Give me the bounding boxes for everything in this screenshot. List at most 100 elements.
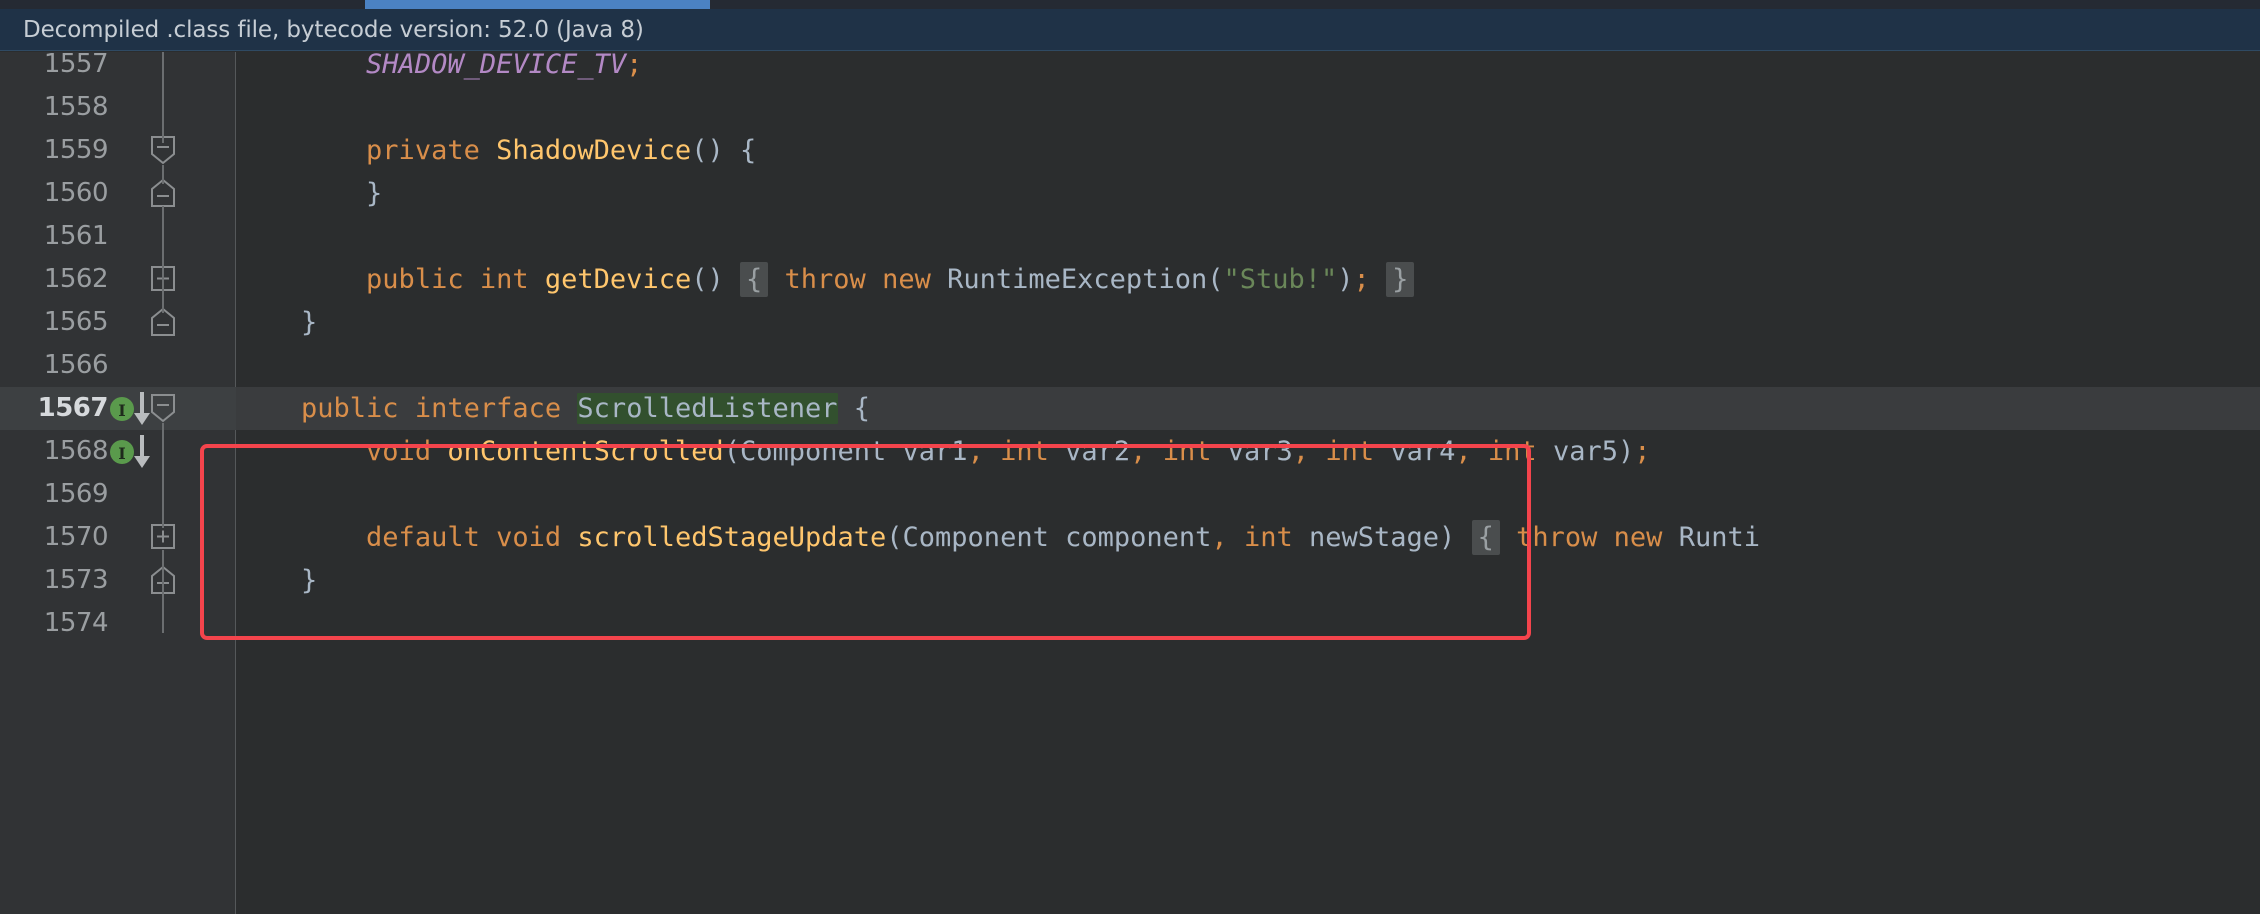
code-line-row[interactable]: 1574 (0, 602, 2260, 645)
code-token: Component (902, 522, 1049, 553)
line-number[interactable]: 1558 (0, 86, 109, 129)
code-token: newStage (1309, 522, 1440, 553)
code-token: ShadowDevice (496, 135, 692, 166)
line-number[interactable]: 1573 (0, 559, 109, 602)
code-token: var1 (902, 436, 968, 467)
code-line-text[interactable]: private ShadowDevice() { (236, 129, 756, 172)
line-number[interactable]: 1565 (0, 301, 109, 344)
code-token: SHADOW_DEVICE_TV (366, 52, 627, 80)
code-line-row[interactable]: 1557 SHADOW_DEVICE_TV; (0, 52, 2260, 86)
fold-rail-segment (162, 294, 164, 313)
code-line-row[interactable]: 1561 (0, 215, 2260, 258)
code-line-row[interactable]: 1573 } (0, 559, 2260, 602)
code-token: ( (691, 135, 708, 166)
line-number[interactable]: 1570 (0, 516, 109, 559)
line-number[interactable]: 1566 (0, 344, 109, 387)
fold-rail-segment (162, 423, 164, 511)
code-line-text[interactable]: } (236, 172, 382, 215)
line-number[interactable]: 1568 (0, 430, 109, 473)
line-number[interactable]: 1557 (0, 52, 109, 86)
line-number[interactable]: 1561 (0, 215, 109, 258)
code-line-row[interactable]: 1568 I void onContentScrolled(Component v… (0, 430, 2260, 473)
code-token: "Stub!" (1223, 264, 1338, 295)
implemented-method-marker-icon[interactable]: I (108, 430, 166, 473)
decompiled-class-editor-window: Decompiled .class file, bytecode version… (0, 0, 2260, 914)
code-token: { (739, 135, 757, 166)
line-number[interactable]: 1562 (0, 258, 109, 301)
code-token: Component (739, 436, 887, 467)
code-line-row[interactable]: 1569 (0, 473, 2260, 516)
fold-collapse-down-icon[interactable] (150, 393, 176, 423)
code-line-text[interactable]: } (236, 559, 317, 602)
code-token: component (1065, 522, 1212, 553)
code-line-row[interactable]: 1570 default void scrolledStageUpdate(Co… (0, 516, 2260, 559)
line-number[interactable]: 1569 (0, 473, 109, 516)
decompiled-notification-banner: Decompiled .class file, bytecode version… (0, 9, 2260, 51)
code-line-row[interactable]: 1562 public int getDevice() { throw new … (0, 258, 2260, 301)
code-token: , (1130, 436, 1147, 467)
code-token: default (366, 522, 480, 553)
code-line-row[interactable]: 1560 } (0, 172, 2260, 215)
code-token: , (1211, 522, 1228, 553)
code-token: ; (626, 52, 643, 80)
code-line-text[interactable]: } (236, 301, 317, 344)
decompiled-banner-text: Decompiled .class file, bytecode version… (23, 16, 644, 43)
code-line-text[interactable]: default void scrolledStageUpdate(Compone… (236, 516, 1760, 559)
code-editor-area[interactable]: 1557 SHADOW_DEVICE_TV; 1558 1559 private S… (0, 52, 2260, 914)
code-token: { (853, 393, 871, 424)
code-token: ( (723, 436, 740, 467)
fold-rail-segment (162, 165, 164, 184)
code-token: ) (1439, 522, 1456, 553)
code-line-row[interactable]: 1565 } (0, 301, 2260, 344)
line-number[interactable]: 1559 (0, 129, 109, 172)
code-line-row[interactable]: 1559 private ShadowDevice() { (0, 129, 2260, 172)
code-token: , (1292, 436, 1310, 467)
code-token: new (882, 264, 931, 295)
code-token: } (366, 178, 383, 209)
code-token: public (366, 264, 464, 295)
code-line-text[interactable]: public int getDevice() { throw new Runti… (236, 258, 1415, 301)
fold-rail-segment (162, 509, 164, 528)
code-token: public (301, 393, 399, 424)
code-token: } (301, 565, 318, 596)
code-line-text[interactable]: void onContentScrolled(Component var1, i… (236, 430, 1650, 473)
code-token: { (1471, 520, 1500, 555)
active-tab-underline[interactable] (365, 0, 710, 9)
code-token: getDevice (544, 264, 692, 295)
code-line-text[interactable]: public interface ScrolledListener { (236, 387, 870, 430)
code-token: ( (886, 522, 903, 553)
code-token: throw (1516, 522, 1598, 553)
code-line-row[interactable]: 1566 (0, 344, 2260, 387)
line-number[interactable]: 1574 (0, 602, 109, 645)
code-line-text[interactable]: SHADOW_DEVICE_TV; (236, 52, 642, 86)
code-token: onContentScrolled (447, 436, 724, 467)
code-token: ) (1618, 436, 1635, 467)
code-token: ( (1207, 264, 1224, 295)
line-number[interactable]: 1567 (0, 387, 109, 430)
code-token: new (1613, 522, 1663, 553)
code-line-row[interactable]: 1567 I public interface ScrolledListener … (0, 387, 2260, 430)
line-number[interactable]: 1560 (0, 172, 109, 215)
svg-text:I: I (118, 401, 125, 420)
code-token: var2 (1065, 436, 1131, 467)
code-line-row[interactable]: 1558 (0, 86, 2260, 129)
